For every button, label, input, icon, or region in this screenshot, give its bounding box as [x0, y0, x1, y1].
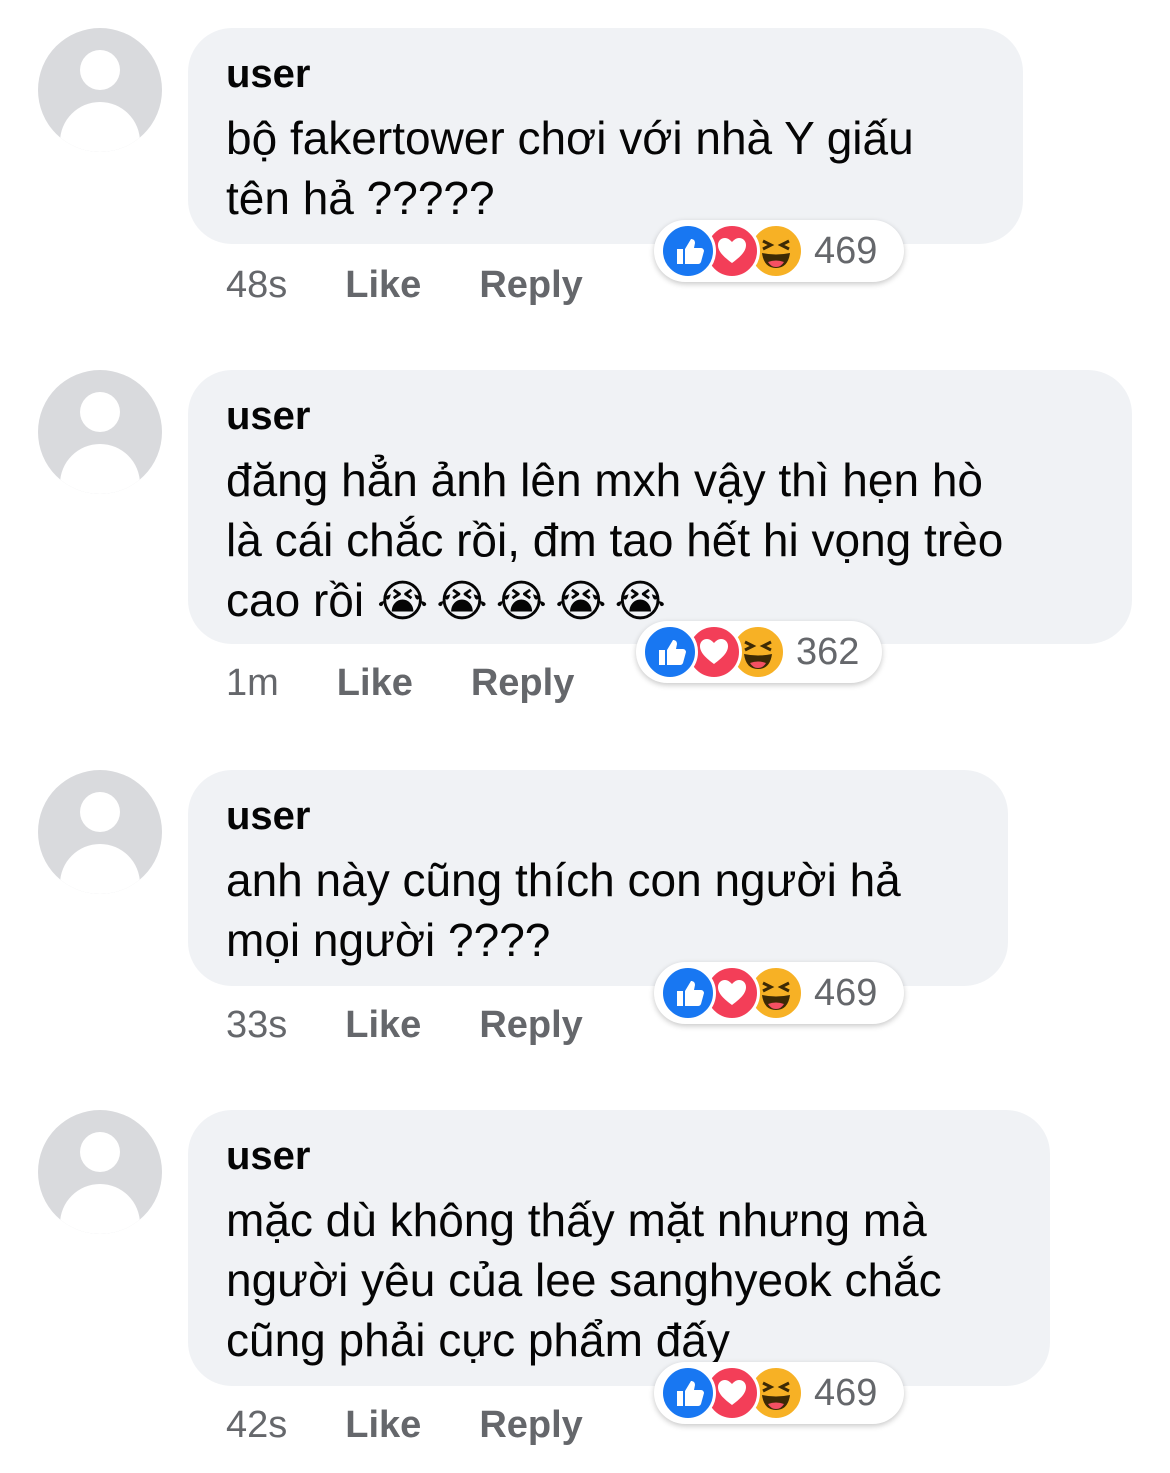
reaction-count: 362 [796, 630, 860, 673]
avatar-head-shape [80, 1132, 120, 1172]
like-icon [660, 965, 716, 1021]
avatar[interactable] [38, 770, 162, 894]
comment-bubble: user bộ fakertower chơi với nhà Y giấu t… [188, 28, 1023, 244]
comment-bubble: user anh này cũng thích con người hả mọi… [188, 770, 1008, 986]
reply-button[interactable]: Reply [479, 1004, 582, 1047]
avatar-shoulders-shape [60, 844, 140, 894]
avatar[interactable] [38, 1110, 162, 1234]
like-button[interactable]: Like [345, 1004, 421, 1047]
comment-actions: 33s Like Reply [226, 1000, 583, 1050]
reply-button[interactable]: Reply [471, 662, 574, 705]
reply-button[interactable]: Reply [479, 1404, 582, 1447]
comment-text: anh này cũng thích con người hả mọi ngườ… [226, 854, 901, 966]
comment-text: đăng hẳn ảnh lên mxh vậy thì hẹn hò là c… [226, 450, 1094, 632]
comment-text: mặc dù không thấy mặt nhưng mà người yêu… [226, 1194, 942, 1366]
comment-actions: 1m Like Reply [226, 658, 574, 708]
reaction-count: 469 [814, 1371, 878, 1414]
comment-author[interactable]: user [226, 794, 970, 838]
reaction-count: 469 [814, 229, 878, 272]
like-icon [642, 624, 698, 680]
comment-bubble: user đăng hẳn ảnh lên mxh vậy thì hẹn hò… [188, 370, 1132, 644]
reply-button[interactable]: Reply [479, 264, 582, 307]
avatar[interactable] [38, 370, 162, 494]
avatar-head-shape [80, 50, 120, 90]
comment-timestamp[interactable]: 1m [226, 662, 279, 705]
comment-timestamp[interactable]: 48s [226, 264, 287, 307]
crying-face-emoji: 😭😭😭😭😭 [376, 576, 674, 627]
comment-actions: 42s Like Reply [226, 1400, 583, 1450]
avatar-shoulders-shape [60, 444, 140, 494]
comment-author[interactable]: user [226, 394, 1094, 438]
reaction-summary[interactable]: 469 [654, 962, 904, 1024]
reaction-summary[interactable]: 469 [654, 1362, 904, 1424]
comment-timestamp[interactable]: 33s [226, 1004, 287, 1047]
like-icon [660, 223, 716, 279]
comment-actions: 48s Like Reply [226, 260, 583, 310]
reaction-summary[interactable]: 362 [636, 621, 882, 683]
like-icon [660, 1365, 716, 1421]
reaction-summary[interactable]: 469 [654, 220, 904, 282]
like-button[interactable]: Like [345, 264, 421, 307]
comment-author[interactable]: user [226, 1134, 1012, 1178]
comment-text: bộ fakertower chơi với nhà Y giấu tên hả… [226, 112, 914, 224]
avatar[interactable] [38, 28, 162, 152]
comment-timestamp[interactable]: 42s [226, 1404, 287, 1447]
avatar-head-shape [80, 392, 120, 432]
reaction-count: 469 [814, 971, 878, 1014]
like-button[interactable]: Like [345, 1404, 421, 1447]
like-button[interactable]: Like [337, 662, 413, 705]
avatar-shoulders-shape [60, 1184, 140, 1234]
avatar-shoulders-shape [60, 102, 140, 152]
comment-bubble: user mặc dù không thấy mặt nhưng mà ngườ… [188, 1110, 1050, 1386]
avatar-head-shape [80, 792, 120, 832]
comment-author[interactable]: user [226, 52, 985, 96]
